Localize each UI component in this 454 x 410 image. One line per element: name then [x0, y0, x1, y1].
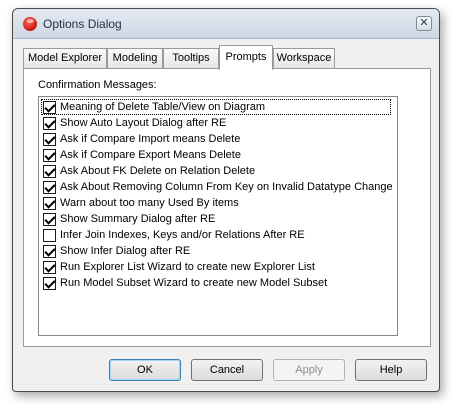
list-item-label: Ask if Compare Export Means Delete: [60, 149, 241, 161]
list-item-label: Ask if Compare Import means Delete: [60, 133, 241, 145]
list-item-label: Run Explorer List Wizard to create new E…: [60, 261, 315, 273]
list-item[interactable]: Run Explorer List Wizard to create new E…: [41, 259, 391, 275]
list-item-label: Show Summary Dialog after RE: [60, 213, 216, 225]
checkbox[interactable]: [43, 164, 56, 178]
list-item-label: Show Auto Layout Dialog after RE: [60, 117, 227, 129]
checkbox[interactable]: [43, 244, 56, 258]
list-item[interactable]: Meaning of Delete Table/View on Diagram: [41, 99, 391, 115]
confirmation-messages-label: Confirmation Messages:: [38, 79, 157, 91]
help-button[interactable]: Help: [355, 359, 427, 381]
cancel-button[interactable]: Cancel: [191, 359, 263, 381]
list-item-label: Ask About Removing Column From Key on In…: [60, 181, 393, 193]
checkbox[interactable]: [43, 100, 56, 114]
tab-prompts[interactable]: Prompts: [219, 45, 273, 70]
list-item[interactable]: Show Auto Layout Dialog after RE: [41, 115, 391, 131]
list-item[interactable]: Show Infer Dialog after RE: [41, 243, 391, 259]
close-button[interactable]: ✕: [416, 16, 432, 31]
tab-modeling[interactable]: Modeling: [107, 48, 163, 68]
list-item[interactable]: Ask if Compare Import means Delete: [41, 131, 391, 147]
list-item[interactable]: Show Summary Dialog after RE: [41, 211, 391, 227]
title-bar[interactable]: Options Dialog ✕: [13, 9, 439, 39]
list-item-label: Ask About FK Delete on Relation Delete: [60, 165, 256, 177]
checkbox[interactable]: [43, 228, 56, 242]
tab-workspace[interactable]: Workspace: [273, 48, 335, 68]
checkbox[interactable]: [43, 276, 56, 290]
tab-tooltips[interactable]: Tooltips: [163, 48, 219, 68]
apply-button[interactable]: Apply: [273, 359, 345, 381]
app-logo-icon: [23, 17, 37, 31]
list-item-label: Show Infer Dialog after RE: [60, 245, 191, 257]
tab-model-explorer[interactable]: Model Explorer: [23, 48, 107, 68]
checkbox[interactable]: [43, 260, 56, 274]
options-dialog-window: Options Dialog ✕ Model Explorer Modeling…: [12, 8, 440, 392]
prompts-panel: Confirmation Messages: Meaning of Delete…: [23, 68, 431, 347]
window-title: Options Dialog: [43, 17, 122, 31]
list-item[interactable]: Warn about too many Used By items: [41, 195, 391, 211]
ok-button[interactable]: OK: [109, 359, 181, 381]
checkbox[interactable]: [43, 180, 56, 194]
list-item-label: Meaning of Delete Table/View on Diagram: [60, 101, 266, 113]
checkbox[interactable]: [43, 212, 56, 226]
list-item[interactable]: Ask About Removing Column From Key on In…: [41, 179, 393, 195]
list-item[interactable]: Ask if Compare Export Means Delete: [41, 147, 391, 163]
list-item-label: Warn about too many Used By items: [60, 197, 239, 209]
checkbox[interactable]: [43, 116, 56, 130]
list-item[interactable]: Infer Join Indexes, Keys and/or Relation…: [41, 227, 391, 243]
checkbox[interactable]: [43, 196, 56, 210]
list-item-label: Run Model Subset Wizard to create new Mo…: [60, 277, 328, 289]
list-item[interactable]: Ask About FK Delete on Relation Delete: [41, 163, 391, 179]
list-item[interactable]: Run Model Subset Wizard to create new Mo…: [41, 275, 391, 291]
checkbox[interactable]: [43, 132, 56, 146]
list-item-label: Infer Join Indexes, Keys and/or Relation…: [60, 229, 305, 241]
confirmation-messages-list: Meaning of Delete Table/View on Diagram …: [38, 96, 398, 336]
checkbox[interactable]: [43, 148, 56, 162]
